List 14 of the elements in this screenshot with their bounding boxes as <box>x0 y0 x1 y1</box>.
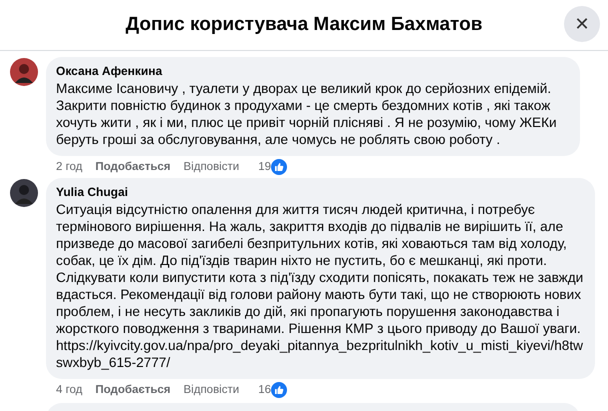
comment-text: Ситуація відсутністю опалення для життя тисяч людей критична, і потребує термінового вирішення. На жаль, закриття входів до підвалів не вирішить її, але призведе до масової загибелі безпритульних котів, які ховаються там від холоду, собак, це їх дім. До під'їздів тварин ніхто не пустить, бо є мешканці, які проти. Слідкувати коли випустити кота з під'їзду сходити попісять, покакать теж не завжди вдасться. Рекомендації від голови району мають бути такі, що не створюють нових проблем, і не несуть закликів до дій, які пропагують порушення законодавства і жорсткого поводження з тваринами. Рішення КМР з цього приводу до Вашої уваги. https://kyivcity.gov.ua/npa/pro_deyaki_pitannya_bezpritulnikh_kotiv_u_misti_kiyevi/h8tw swxbyb_615-2777/ <box>56 201 584 371</box>
reaction-count[interactable]: 19 <box>258 161 271 173</box>
comment-text: Максиме Ісановичу , туалети у дворах це великий крок до серйозних епідемій. Закрити повністю будинок з продухами - це смерть бездомних котів , які також хочуть жити , як і ми, плюс це привіт чорній плісняві . Я не розумію, чому ЖЕКи беруть гроші за обслуговування, але чомусь не роблять свою роботу . <box>56 80 558 148</box>
comment-author[interactable]: Оксана Афенкина <box>56 64 568 78</box>
like-link[interactable]: Подобається <box>95 161 171 173</box>
reply-link[interactable]: Відповісти <box>184 161 240 173</box>
comment-time[interactable]: 2 год <box>56 161 82 173</box>
post-title: Допис користувача Максим Бахматов <box>126 14 482 36</box>
reply-link[interactable]: Відповісти <box>184 384 240 396</box>
comment-author[interactable]: Yulia Chugai <box>56 185 584 199</box>
close-button[interactable]: ✕ <box>564 6 600 42</box>
like-link[interactable]: Подобається <box>95 384 171 396</box>
reaction-count[interactable]: 16 <box>258 384 271 396</box>
comment-time[interactable]: 4 год <box>56 384 82 396</box>
